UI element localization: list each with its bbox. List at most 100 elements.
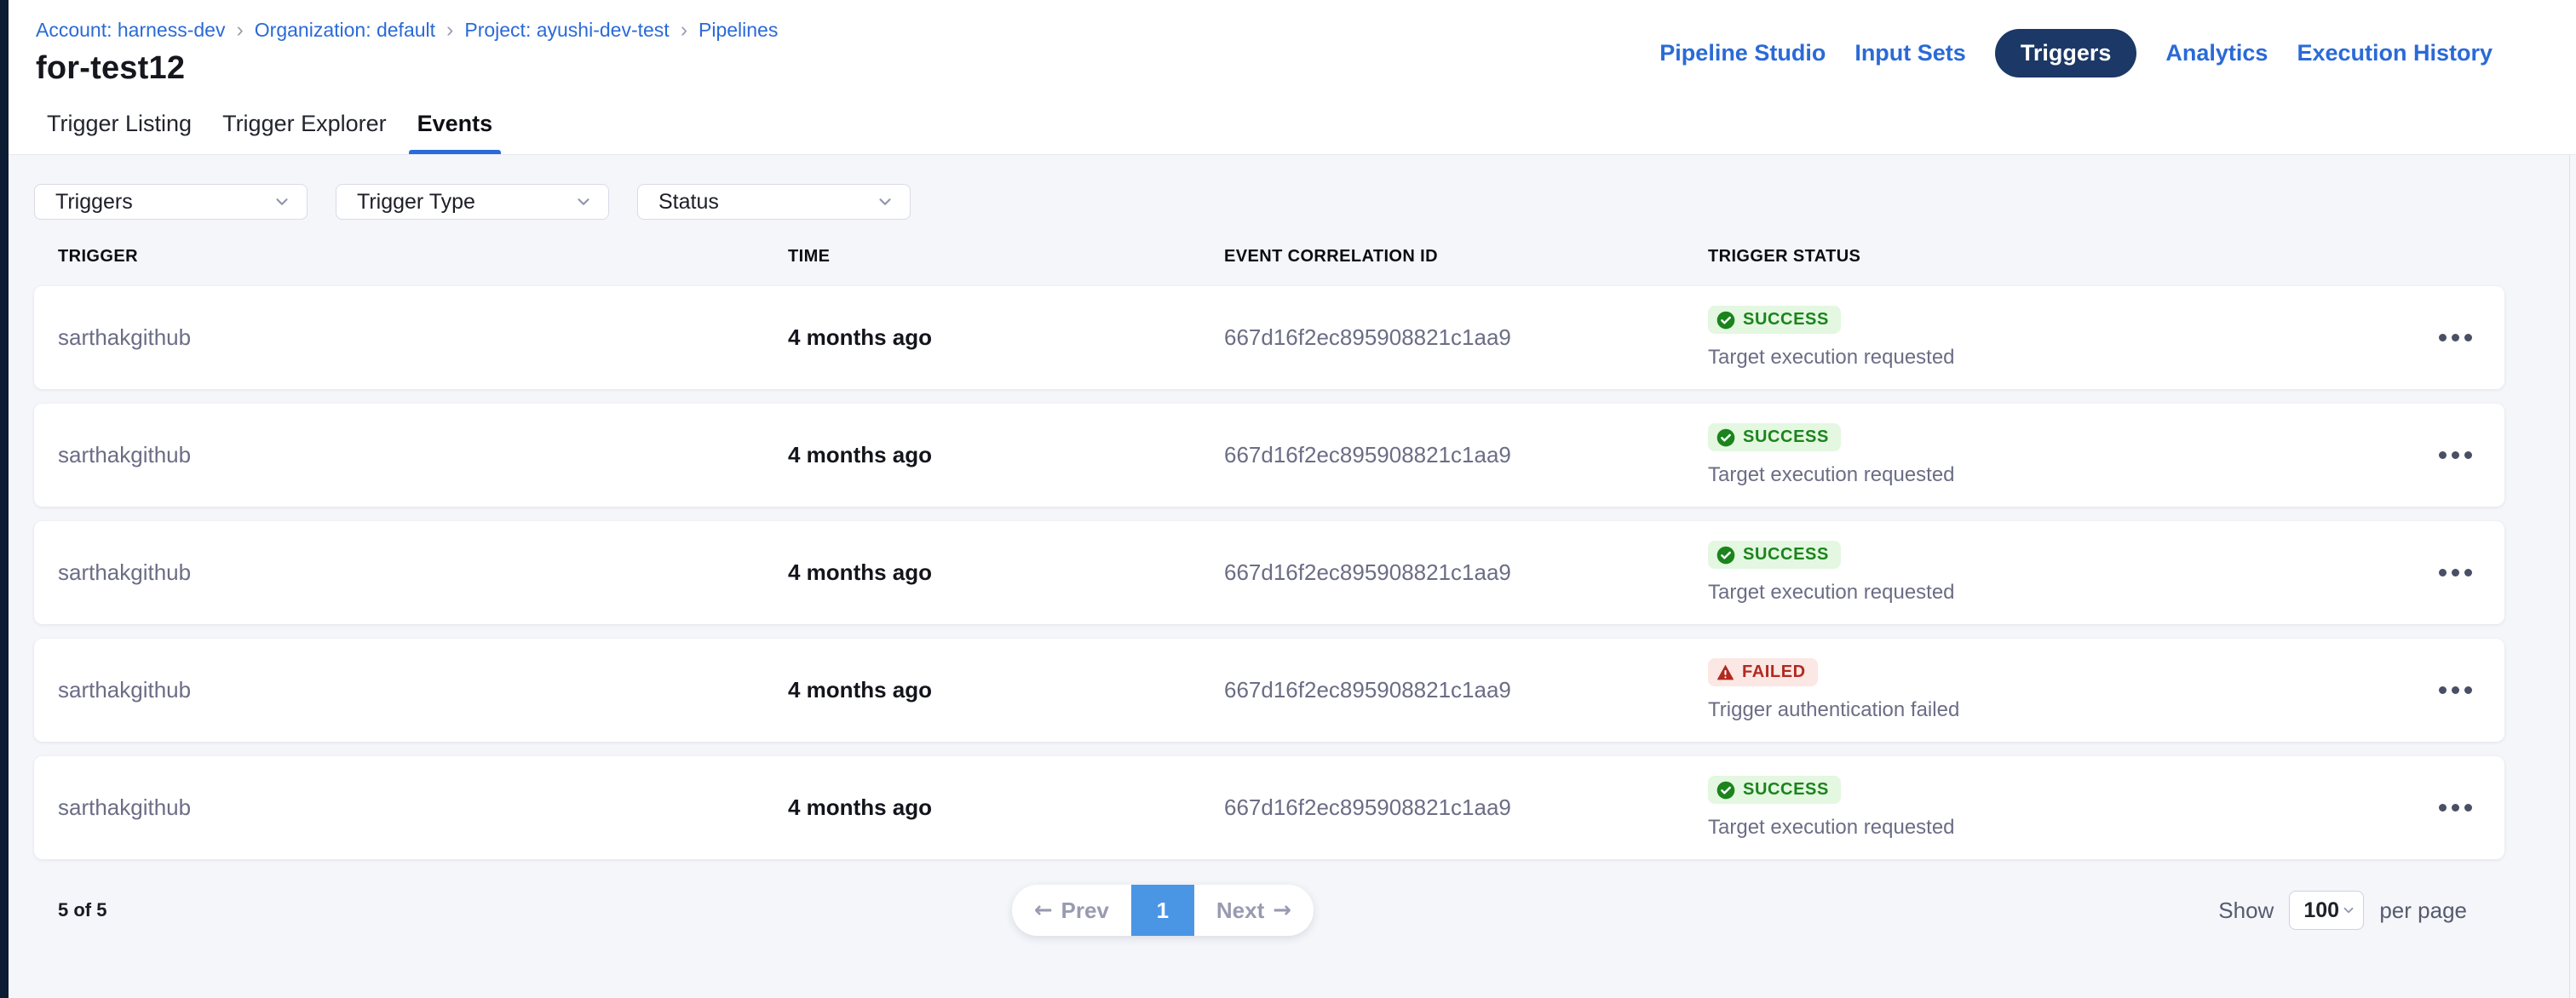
table-row: sarthakgithub 4 months ago 667d16f2ec895…	[34, 286, 2504, 389]
correlation-id: 667d16f2ec895908821c1aa9	[1224, 559, 1708, 586]
breadcrumb-separator-icon: ›	[446, 20, 453, 41]
next-page-button[interactable]: Next →	[1194, 885, 1314, 936]
page-1-button[interactable]: 1	[1131, 885, 1194, 936]
status-badge: FAILED	[1708, 658, 1818, 686]
table-row: sarthakgithub 4 months ago 667d16f2ec895…	[34, 639, 2504, 742]
failed-warning-icon	[1716, 663, 1734, 681]
trigger-name: sarthakgithub	[58, 442, 788, 468]
trigger-status-cell: SUCCESS Target execution requested	[1708, 521, 2368, 624]
trigger-tabs: Trigger Listing Trigger Explorer Events	[9, 93, 501, 154]
main-area: Account: harness-dev › Organization: def…	[9, 0, 2576, 998]
nav-triggers-active[interactable]: Triggers	[1995, 29, 2137, 77]
row-menu-button[interactable]	[2432, 324, 2479, 352]
success-check-icon	[1716, 428, 1735, 447]
status-message: Target execution requested	[1708, 816, 1955, 840]
row-menu-button[interactable]	[2432, 794, 2479, 822]
page-size-value: 100	[2303, 898, 2339, 923]
arrow-right-icon: →	[1273, 898, 1291, 923]
trigger-name: sarthakgithub	[58, 677, 788, 703]
prev-page-button[interactable]: ← Prev	[1012, 885, 1131, 936]
nav-analytics[interactable]: Analytics	[2165, 40, 2268, 66]
nav-pipeline-studio[interactable]: Pipeline Studio	[1659, 40, 1826, 66]
status-message: Target execution requested	[1708, 346, 1955, 370]
trigger-status-cell: FAILED Trigger authentication failed	[1708, 639, 2368, 742]
success-check-icon	[1716, 546, 1735, 565]
correlation-id: 667d16f2ec895908821c1aa9	[1224, 677, 1708, 703]
pagination: ← Prev 1 Next →	[1012, 885, 1314, 936]
trigger-status-cell: SUCCESS Target execution requested	[1708, 404, 2368, 507]
correlation-id: 667d16f2ec895908821c1aa9	[1224, 794, 1708, 821]
event-time: 4 months ago	[788, 324, 1224, 351]
breadcrumb-project[interactable]: Project: ayushi-dev-test	[464, 19, 669, 42]
column-header-event-correlation-id: EVENT CORRELATION ID	[1224, 247, 1708, 267]
table-footer: 5 of 5 ← Prev 1 Next →	[34, 885, 2504, 936]
status-filter-label: Status	[658, 190, 719, 215]
status-label: FAILED	[1742, 662, 1806, 682]
chevron-down-icon	[876, 192, 894, 211]
page-header: Account: harness-dev › Organization: def…	[9, 0, 2576, 155]
row-menu-button[interactable]	[2432, 559, 2479, 587]
trigger-name: sarthakgithub	[58, 794, 788, 821]
triggers-filter-label: Triggers	[55, 190, 133, 215]
show-label: Show	[2218, 898, 2274, 924]
prev-label: Prev	[1061, 898, 1109, 924]
event-time: 4 months ago	[788, 677, 1224, 703]
trigger-name: sarthakgithub	[58, 559, 788, 586]
trigger-type-filter[interactable]: Trigger Type	[336, 184, 609, 220]
breadcrumb-pipelines[interactable]: Pipelines	[699, 19, 778, 42]
trigger-name: sarthakgithub	[58, 324, 788, 351]
status-message: Target execution requested	[1708, 581, 1955, 605]
status-message: Target execution requested	[1708, 463, 1955, 487]
tab-trigger-listing[interactable]: Trigger Listing	[38, 93, 200, 154]
scrollbar-track	[2569, 155, 2570, 998]
triggers-filter[interactable]: Triggers	[34, 184, 308, 220]
status-label: SUCCESS	[1743, 780, 1829, 800]
status-label: SUCCESS	[1743, 427, 1829, 447]
chevron-down-icon	[2341, 903, 2356, 918]
table-row: sarthakgithub 4 months ago 667d16f2ec895…	[34, 521, 2504, 624]
column-header-trigger: TRIGGER	[58, 247, 788, 267]
arrow-left-icon: ←	[1034, 898, 1053, 923]
status-message: Trigger authentication failed	[1708, 698, 1959, 722]
breadcrumb-account[interactable]: Account: harness-dev	[36, 19, 225, 42]
table-row: sarthakgithub 4 months ago 667d16f2ec895…	[34, 404, 2504, 507]
trigger-status-cell: SUCCESS Target execution requested	[1708, 286, 2368, 389]
success-check-icon	[1716, 781, 1735, 800]
breadcrumb-separator-icon: ›	[681, 20, 687, 41]
chevron-down-icon	[273, 192, 291, 211]
page-size-control: Show 100 per page	[2218, 891, 2467, 930]
event-time: 4 months ago	[788, 794, 1224, 821]
next-label: Next	[1216, 898, 1264, 924]
status-filter[interactable]: Status	[637, 184, 911, 220]
tab-trigger-explorer[interactable]: Trigger Explorer	[214, 93, 395, 154]
breadcrumb-organization[interactable]: Organization: default	[255, 19, 435, 42]
column-header-time: TIME	[788, 247, 1224, 267]
sidebar-edge	[0, 0, 9, 998]
tab-events[interactable]: Events	[409, 93, 502, 154]
status-label: SUCCESS	[1743, 545, 1829, 565]
events-table: sarthakgithub 4 months ago 667d16f2ec895…	[34, 286, 2504, 859]
page-size-select[interactable]: 100	[2289, 891, 2364, 930]
results-summary: 5 of 5	[58, 899, 106, 921]
events-content: Triggers Trigger Type Status	[9, 155, 2576, 998]
event-time: 4 months ago	[788, 559, 1224, 586]
status-label: SUCCESS	[1743, 310, 1829, 330]
status-badge: SUCCESS	[1708, 776, 1841, 804]
nav-input-sets[interactable]: Input Sets	[1854, 40, 1966, 66]
trigger-type-filter-label: Trigger Type	[357, 190, 475, 215]
correlation-id: 667d16f2ec895908821c1aa9	[1224, 442, 1708, 468]
table-row: sarthakgithub 4 months ago 667d16f2ec895…	[34, 756, 2504, 859]
row-menu-button[interactable]	[2432, 676, 2479, 704]
breadcrumb-separator-icon: ›	[236, 20, 243, 41]
status-badge: SUCCESS	[1708, 423, 1841, 451]
nav-execution-history[interactable]: Execution History	[2297, 40, 2493, 66]
success-check-icon	[1716, 311, 1735, 330]
status-badge: SUCCESS	[1708, 541, 1841, 569]
filters-bar: Triggers Trigger Type Status	[9, 155, 2576, 220]
pipeline-nav: Pipeline Studio Input Sets Triggers Anal…	[1659, 29, 2493, 77]
row-menu-button[interactable]	[2432, 441, 2479, 469]
trigger-status-cell: SUCCESS Target execution requested	[1708, 756, 2368, 859]
status-badge: SUCCESS	[1708, 306, 1841, 334]
chevron-down-icon	[574, 192, 593, 211]
event-time: 4 months ago	[788, 442, 1224, 468]
